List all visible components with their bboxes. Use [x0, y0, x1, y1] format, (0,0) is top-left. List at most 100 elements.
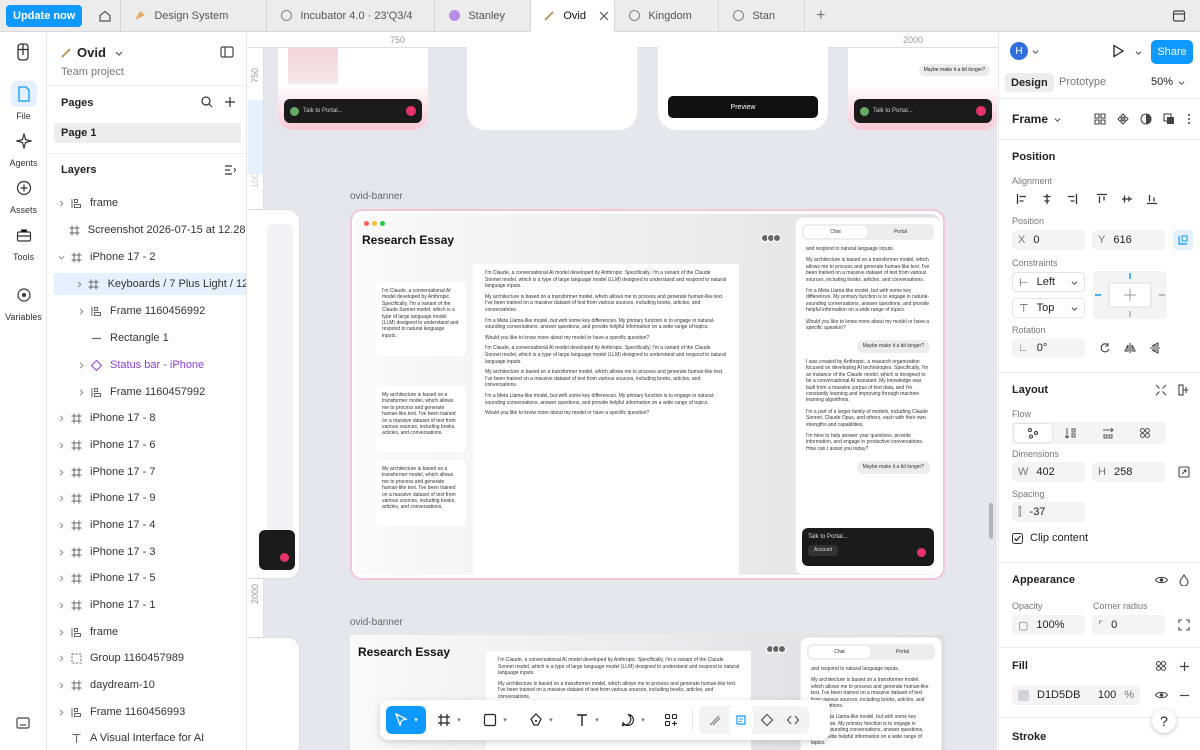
remove-fill-button[interactable]: [1174, 685, 1194, 705]
layer-row[interactable]: Status bar - iPhone: [54, 354, 246, 376]
spacing-input[interactable]: ⫿ -37: [1012, 502, 1085, 522]
chevron-down-icon[interactable]: [1135, 49, 1142, 56]
align-left-button[interactable]: [1012, 189, 1032, 209]
pen-tool[interactable]: ▾: [518, 706, 564, 734]
position-mode-button[interactable]: [1173, 230, 1193, 250]
rail-variables[interactable]: Variables: [0, 282, 47, 322]
fill-styles-button[interactable]: [1151, 656, 1171, 676]
tab-stanley[interactable]: Stanley: [434, 0, 530, 32]
frame-label[interactable]: ovid-banner: [350, 191, 403, 202]
phone-frame-left-cutoff[interactable]: [248, 209, 300, 579]
new-tab-button[interactable]: +: [804, 0, 836, 32]
layer-row[interactable]: A Visual Interface for AI: [54, 727, 246, 749]
layer-row[interactable]: Keyboards / 7 Plus Light / 123: [54, 273, 246, 295]
tab-ovid[interactable]: Ovid: [530, 0, 615, 32]
home-button[interactable]: [90, 0, 120, 32]
chevron-right-icon[interactable]: [76, 308, 86, 315]
tab-design-system[interactable]: Design System: [120, 0, 266, 32]
present-button[interactable]: [1111, 44, 1125, 58]
actions-tool[interactable]: [656, 706, 686, 734]
layer-row[interactable]: iPhone 17 - 3: [54, 541, 246, 563]
tab-kingdom[interactable]: Kingdom: [614, 0, 718, 32]
move-tool[interactable]: ▾: [386, 706, 426, 734]
phone-frame-top-3[interactable]: Preview: [658, 33, 828, 130]
chevron-right-icon[interactable]: [56, 415, 66, 422]
vertical-scrollbar[interactable]: [989, 503, 993, 539]
design-canvas[interactable]: 750 1000 1250 1500 1750 2000 750 874 100…: [248, 33, 997, 750]
layer-row[interactable]: iPhone 17 - 9: [54, 487, 246, 509]
dev-mode[interactable]: [781, 706, 805, 734]
rotation-input[interactable]: ∟ 0°: [1012, 338, 1085, 358]
chevron-right-icon[interactable]: [76, 389, 86, 396]
chevron-right-icon[interactable]: [56, 469, 66, 476]
x-position-input[interactable]: X 0: [1012, 230, 1085, 250]
layer-row[interactable]: Group 1160457989: [54, 647, 246, 669]
page-item[interactable]: Page 1: [54, 123, 241, 143]
layer-row[interactable]: daydream-10: [54, 674, 246, 696]
height-input[interactable]: H 258: [1092, 462, 1165, 482]
align-bottom-button[interactable]: [1142, 189, 1162, 209]
chevron-right-icon[interactable]: [56, 709, 66, 716]
align-top-button[interactable]: [1092, 189, 1112, 209]
update-now-button[interactable]: Update now: [6, 4, 83, 27]
chevron-right-icon[interactable]: [56, 549, 66, 556]
clip-content-checkbox[interactable]: Clip content: [1012, 532, 1088, 544]
layer-row[interactable]: Frame 1160456993: [54, 701, 246, 723]
user-avatar[interactable]: H: [1010, 42, 1028, 60]
vertical-constraint-select[interactable]: ⊤ Top: [1012, 298, 1085, 318]
visibility-button[interactable]: [1151, 570, 1171, 590]
layer-row[interactable]: iPhone 17 - 4: [54, 514, 246, 536]
zoom-dropdown[interactable]: 50%: [1151, 76, 1185, 88]
chevron-right-icon[interactable]: [56, 655, 66, 662]
chevron-right-icon[interactable]: [56, 682, 66, 689]
phone-frame-top-left[interactable]: Talk to Portal...: [278, 48, 428, 130]
chevron-right-icon[interactable]: [56, 602, 66, 609]
layer-row[interactable]: Frame 1160457992: [54, 381, 246, 403]
layer-row[interactable]: iPhone 17 - 2: [54, 246, 246, 268]
tab-portal[interactable]: Portal: [872, 646, 933, 658]
horizontal-constraint-select[interactable]: ⊢ Left: [1012, 272, 1085, 292]
layer-row[interactable]: Screenshot 2026-07-15 at 12.28.48: [54, 219, 246, 241]
layer-row[interactable]: Rectangle 1: [54, 327, 246, 349]
phone-frame-top-2[interactable]: [467, 33, 637, 130]
corner-radius-input[interactable]: ⌜ 0: [1092, 615, 1165, 635]
flip-horizontal-button[interactable]: [1120, 338, 1140, 358]
boolean-button[interactable]: [1159, 109, 1179, 129]
blend-mode-button[interactable]: [1174, 570, 1194, 590]
text-tool[interactable]: ▾: [564, 706, 610, 734]
rail-assets[interactable]: Assets: [0, 175, 47, 215]
chevron-right-icon[interactable]: [75, 281, 85, 288]
phone-frame-left-cutoff-2[interactable]: [248, 637, 300, 750]
component-button[interactable]: [1113, 109, 1133, 129]
layer-row[interactable]: iPhone 17 - 8: [54, 407, 246, 429]
layers-sort-button[interactable]: [224, 164, 236, 176]
tab-stan[interactable]: Stan: [718, 0, 804, 32]
fill-visibility-button[interactable]: [1151, 685, 1171, 705]
chevron-right-icon[interactable]: [56, 575, 66, 582]
align-right-button[interactable]: [1062, 189, 1082, 209]
search-pages-button[interactable]: [201, 96, 213, 108]
frame-tool[interactable]: ▾: [426, 706, 472, 734]
rotate-90-button[interactable]: [1095, 338, 1115, 358]
tab-chat[interactable]: Chat: [809, 646, 870, 658]
add-page-button[interactable]: [224, 96, 236, 108]
flow-horizontal[interactable]: [1089, 424, 1127, 442]
ovid-banner-frame[interactable]: Research Essay I'm Claude, a conversatio…: [350, 209, 945, 580]
chevron-down-icon[interactable]: [56, 254, 66, 261]
rail-file[interactable]: File: [0, 81, 47, 121]
grid-view-button[interactable]: [1090, 109, 1110, 129]
layer-row[interactable]: frame: [54, 621, 246, 643]
phone-frame-top-right[interactable]: Maybe make it a bit longer? Talk to Port…: [848, 48, 997, 130]
resize-to-fit-button[interactable]: [1174, 462, 1194, 482]
share-button[interactable]: Share: [1151, 40, 1193, 64]
tab-prototype[interactable]: Prototype: [1059, 76, 1106, 88]
mask-button[interactable]: [1136, 109, 1156, 129]
toggle-sidebar-button[interactable]: [220, 46, 234, 58]
figma-logo-icon[interactable]: [15, 43, 31, 61]
draw-mode[interactable]: [703, 706, 727, 734]
keyboard-shortcuts-icon[interactable]: [16, 716, 30, 730]
flow-grid[interactable]: [1127, 424, 1165, 442]
design-mode[interactable]: [729, 706, 753, 734]
chevron-right-icon[interactable]: [56, 629, 66, 636]
window-layout-button[interactable]: [1172, 9, 1186, 23]
